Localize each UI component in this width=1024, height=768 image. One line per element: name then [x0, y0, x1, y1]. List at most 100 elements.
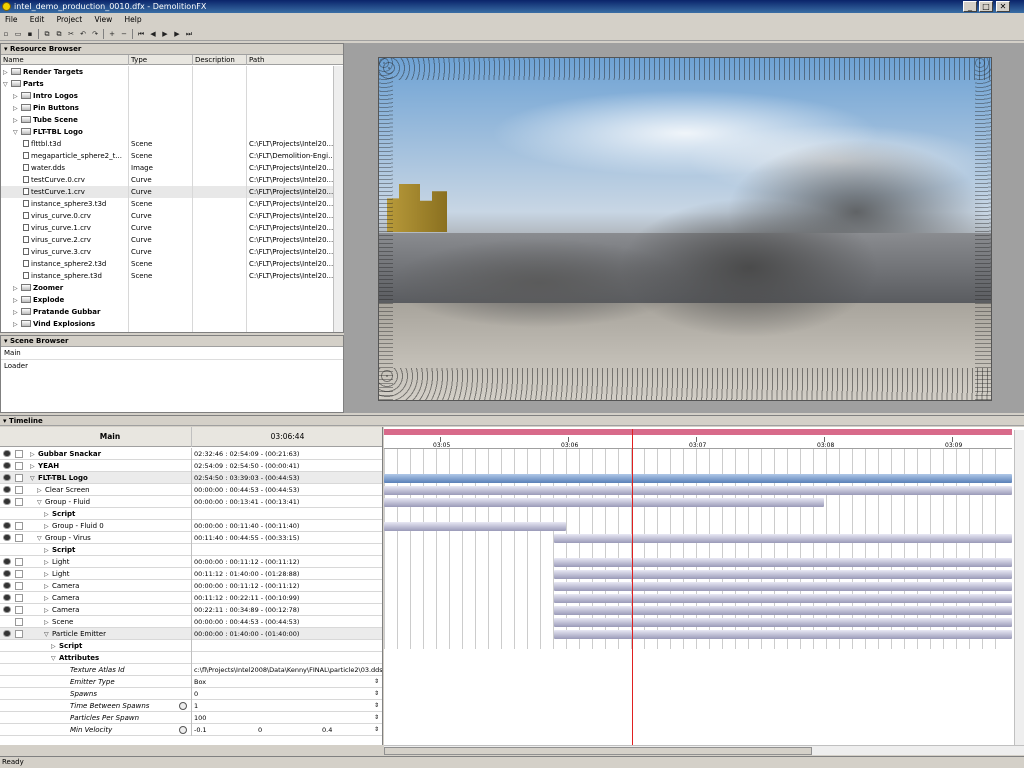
col-type[interactable]: Type — [129, 55, 193, 65]
track-bar[interactable] — [384, 522, 567, 531]
play-icon[interactable]: ▶ — [160, 29, 170, 39]
new-icon[interactable]: ▫ — [1, 29, 11, 39]
timeline-row[interactable]: ▷ Light 00:00:00 : 00:11:12 - (00:11:12) — [0, 556, 382, 568]
col-description[interactable]: Description — [193, 55, 247, 65]
resource-row[interactable]: ▷ Tube Scene — [1, 114, 333, 126]
track-bar[interactable] — [553, 534, 1012, 543]
attribute-value[interactable]: c:\fl\Projects\Intel2008\Data\Kenny\FINA… — [191, 664, 382, 676]
timeline-hscroll[interactable] — [384, 745, 1024, 755]
timeline-row[interactable]: ▷ Scene 00:00:00 : 00:44:53 - (00:44:53) — [0, 616, 382, 628]
visibility-icon[interactable] — [3, 630, 11, 637]
timeline-graph[interactable]: 03:05 03:06 03:07 03:08 03:09 — [384, 427, 1024, 745]
animate-icon[interactable] — [179, 702, 187, 710]
track-bar[interactable] — [553, 630, 1012, 639]
lock-checkbox[interactable] — [15, 450, 23, 458]
timeline-row[interactable]: ▷ Light 00:11:12 : 01:40:00 - (01:28:88) — [0, 568, 382, 580]
open-icon[interactable]: ▭ — [13, 29, 23, 39]
add-icon[interactable]: + — [107, 29, 117, 39]
menu-file[interactable]: File — [0, 13, 23, 26]
timeline-ruler[interactable]: 03:05 03:06 03:07 03:08 03:09 — [384, 437, 1012, 449]
track-bar[interactable] — [553, 594, 1012, 603]
lock-checkbox[interactable] — [15, 534, 23, 542]
visibility-icon[interactable] — [3, 606, 11, 613]
lock-checkbox[interactable] — [15, 522, 23, 530]
playhead[interactable] — [632, 429, 633, 745]
menu-project[interactable]: Project — [52, 13, 88, 26]
timeline-range-bar[interactable] — [384, 429, 1012, 435]
track-bar[interactable] — [553, 618, 1012, 627]
timeline-row[interactable]: ▷ Script — [0, 508, 382, 520]
visibility-icon[interactable] — [3, 450, 11, 457]
paste-icon[interactable]: ⧉ — [54, 29, 64, 39]
resource-row[interactable]: flttbl.t3d Scene C:\FLT\Projects\Intel20..… — [1, 138, 333, 150]
resource-row[interactable]: water.dds Image C:\FLT\Projects\Intel20... — [1, 162, 333, 174]
lock-checkbox[interactable] — [15, 498, 23, 506]
step-forward-icon[interactable]: ▶ — [172, 29, 182, 39]
attribute-value-component[interactable]: 0 — [258, 724, 262, 736]
resource-row[interactable]: instance_sphere3.t3d Scene C:\FLT\Projects… — [1, 198, 333, 210]
menu-help[interactable]: Help — [120, 13, 147, 26]
resource-row[interactable]: ▷ Intro Logos — [1, 90, 333, 102]
timeline-row[interactable]: ▷ Script — [0, 544, 382, 556]
visibility-icon[interactable] — [3, 534, 11, 541]
visibility-icon[interactable] — [3, 462, 11, 469]
undo-icon[interactable]: ↶ — [78, 29, 88, 39]
timeline-row[interactable]: ▷ Camera 00:00:00 : 00:11:12 - (00:11:12) — [0, 580, 382, 592]
resource-scrollbar[interactable] — [333, 66, 343, 332]
timeline-row[interactable]: ▷ Camera 00:22:11 : 00:34:89 - (00:12:78) — [0, 604, 382, 616]
lock-checkbox[interactable] — [15, 474, 23, 482]
lock-checkbox[interactable] — [15, 630, 23, 638]
copy-icon[interactable]: ⧉ — [42, 29, 52, 39]
scene-browser-header[interactable]: ▾ Scene Browser — [1, 336, 343, 347]
timeline-row[interactable]: ▽ Particle Emitter 00:00:00 : 01:40:00 - (… — [0, 628, 382, 640]
scene-item-main[interactable]: Main — [1, 347, 343, 360]
timeline-header[interactable]: ▾ Timeline — [0, 415, 1024, 426]
timeline-row[interactable]: ▷ Camera 00:11:12 : 00:22:11 - (00:10:99) — [0, 592, 382, 604]
attribute-value-component[interactable]: -0.1 — [194, 724, 207, 736]
resource-row[interactable]: megaparticle_sphere2_t... Scene C:\FLT\Dem… — [1, 150, 333, 162]
timeline-row[interactable]: ▷ Script — [0, 640, 382, 652]
resource-row[interactable]: virus_curve.0.crv Curve C:\FLT\Projects\In… — [1, 210, 333, 222]
lock-checkbox[interactable] — [15, 558, 23, 566]
lock-checkbox[interactable] — [15, 594, 23, 602]
resource-row[interactable]: virus_curve.2.crv Curve C:\FLT\Projects\In… — [1, 234, 333, 246]
step-back-icon[interactable]: ◀ — [148, 29, 158, 39]
resource-row[interactable]: ▷ Pin Buttons — [1, 102, 333, 114]
timeline-vscroll[interactable] — [1014, 430, 1024, 745]
resource-browser-header[interactable]: ▾ Resource Browser — [1, 44, 343, 55]
visibility-icon[interactable] — [3, 594, 11, 601]
timeline-row[interactable]: ▷ Clear Screen 00:00:00 : 00:44:53 - (00:4… — [0, 484, 382, 496]
attribute-value[interactable]: 100 ⇕ — [191, 712, 381, 724]
resource-row[interactable]: ▷ Vind Explosions — [1, 318, 333, 330]
resource-row[interactable]: ▷ Explode — [1, 294, 333, 306]
resource-row[interactable]: ▽ Parts — [1, 78, 333, 90]
close-button[interactable]: ✕ — [996, 1, 1010, 12]
track-bar[interactable] — [384, 486, 1012, 495]
track-bar[interactable] — [553, 582, 1012, 591]
visibility-icon[interactable] — [3, 486, 11, 493]
attribute-value[interactable]: 0 ⇕ — [191, 688, 381, 700]
timeline-row[interactable]: ▷ Gubbar Snackar 02:32:46 : 02:54:09 - (00… — [0, 448, 382, 460]
resource-row[interactable]: virus_curve.1.crv Curve C:\FLT\Projects\In… — [1, 222, 333, 234]
save-icon[interactable]: ▪ — [25, 29, 35, 39]
lock-checkbox[interactable] — [15, 570, 23, 578]
timeline-row[interactable]: ▽ Attributes — [0, 652, 382, 664]
resource-row[interactable]: ▷ Pratande Gubbar — [1, 306, 333, 318]
spinner-icon[interactable]: ⇕ — [374, 712, 379, 724]
timeline-row[interactable]: ▽ Group - Fluid 00:00:00 : 00:13:41 - (00:… — [0, 496, 382, 508]
col-path[interactable]: Path — [247, 55, 333, 65]
attribute-value[interactable]: Box ⇕ — [191, 676, 381, 688]
scene-item-loader[interactable]: Loader — [1, 360, 343, 372]
redo-icon[interactable]: ↷ — [90, 29, 100, 39]
render-viewport[interactable] — [378, 57, 992, 401]
resource-row[interactable]: virus_curve.3.crv Curve C:\FLT\Projects\In… — [1, 246, 333, 258]
resource-row[interactable]: ▷ Zoomer — [1, 282, 333, 294]
menu-edit[interactable]: Edit — [25, 13, 50, 26]
fast-forward-icon[interactable]: ⏭ — [184, 29, 194, 39]
visibility-icon[interactable] — [3, 582, 11, 589]
attribute-value-component[interactable]: 0.4 — [322, 724, 332, 736]
spinner-icon[interactable]: ⇕ — [374, 688, 379, 700]
visibility-icon[interactable] — [3, 474, 11, 481]
visibility-icon[interactable] — [3, 570, 11, 577]
visibility-icon[interactable] — [3, 498, 11, 505]
